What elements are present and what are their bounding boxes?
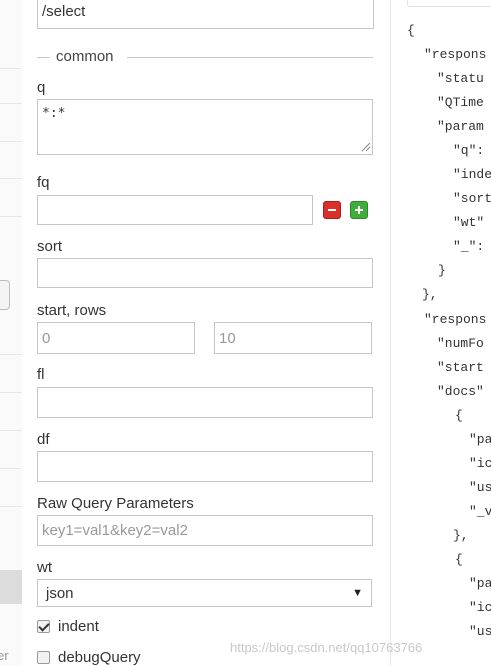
json-line: { [455,408,463,423]
sidebar-divider [0,103,22,104]
q-label: q [37,79,46,96]
sidebar-divider [0,68,22,69]
remove-fq-icon[interactable] [323,201,341,219]
section-rule [127,57,373,58]
fq-label: fq [37,174,50,191]
wt-label: wt [37,559,52,576]
json-line: "start [437,360,484,375]
json-line: "respons [424,312,487,327]
wt-selected-value: json [46,584,74,602]
query-form: /select common q *:* fq sort start, rows… [22,0,390,666]
json-line: "pa [469,576,491,591]
dropdown-arrow-icon: ▼ [352,587,363,599]
json-line: }, [422,287,438,302]
response-header [407,0,491,7]
json-line: "us [469,480,491,495]
raw-params-label: Raw Query Parameters [37,495,194,512]
indent-label: indent [58,618,99,635]
start-input[interactable]: 0 [37,322,195,354]
json-line: "respons [424,47,487,62]
json-line: "us [469,624,491,639]
indent-checkbox[interactable] [37,620,50,633]
common-section-header: common [37,48,373,66]
df-label: df [37,431,50,448]
add-fq-icon[interactable] [350,201,368,219]
json-line: "wt" [453,215,485,230]
json-line: } [438,263,446,278]
json-line: { [407,23,415,38]
debug-query-checkbox[interactable] [37,651,50,664]
json-line: "ic [469,456,491,471]
sidebar-divider [0,392,22,393]
json-line: "_": [453,239,485,254]
raw-params-input[interactable]: key1=val1&key2=val2 [37,515,373,546]
json-line: }, [453,528,469,543]
start-rows-label: start, rows [37,302,107,319]
debug-option[interactable]: debugQuery [37,649,141,666]
json-line: { [455,552,463,567]
sidebar-divider [0,468,22,469]
rows-input[interactable]: 10 [214,322,372,354]
watermark: https://blog.csdn.net/qq10763766 [230,640,423,655]
section-title: common [56,48,114,65]
sidebar-divider [0,354,22,355]
fq-input[interactable] [37,195,313,225]
debug-query-label: debugQuery [58,649,141,666]
sidebar-item-label[interactable]: er [0,648,9,663]
fl-input[interactable] [37,387,373,418]
json-line: "numFo [437,336,484,351]
indent-option[interactable]: indent [37,618,99,635]
sidebar-divider [0,178,22,179]
sidebar-collapse-button[interactable] [0,280,10,310]
json-line: "_v [469,504,491,519]
section-rule [37,57,50,58]
fl-label: fl [37,366,45,383]
sidebar-selected-item[interactable] [0,570,22,604]
sort-label: sort [37,238,63,255]
request-handler-input[interactable]: /select [37,0,374,29]
left-sidebar: er [0,0,23,666]
json-line: "docs" [437,384,484,399]
sidebar-divider [0,141,22,142]
response-panel: { "respons "statu "QTime "param "q": "in… [390,0,491,666]
json-line: "statu [437,71,484,86]
json-line: "pa [469,432,491,447]
json-line: "q": [453,143,485,158]
q-textarea[interactable]: *:* [37,99,373,155]
json-line: "QTime [437,95,484,110]
resize-grip-icon[interactable] [361,142,371,152]
sidebar-divider [0,430,22,431]
json-line: "ic [469,600,491,615]
json-line: "inde [453,167,491,182]
sidebar-divider [0,216,22,217]
json-line: "param [437,119,484,134]
df-input[interactable] [37,451,373,482]
wt-select[interactable]: json ▼ [37,579,372,607]
json-line: "sort [453,191,491,206]
sort-input[interactable] [37,258,373,288]
sidebar-divider [0,506,22,507]
